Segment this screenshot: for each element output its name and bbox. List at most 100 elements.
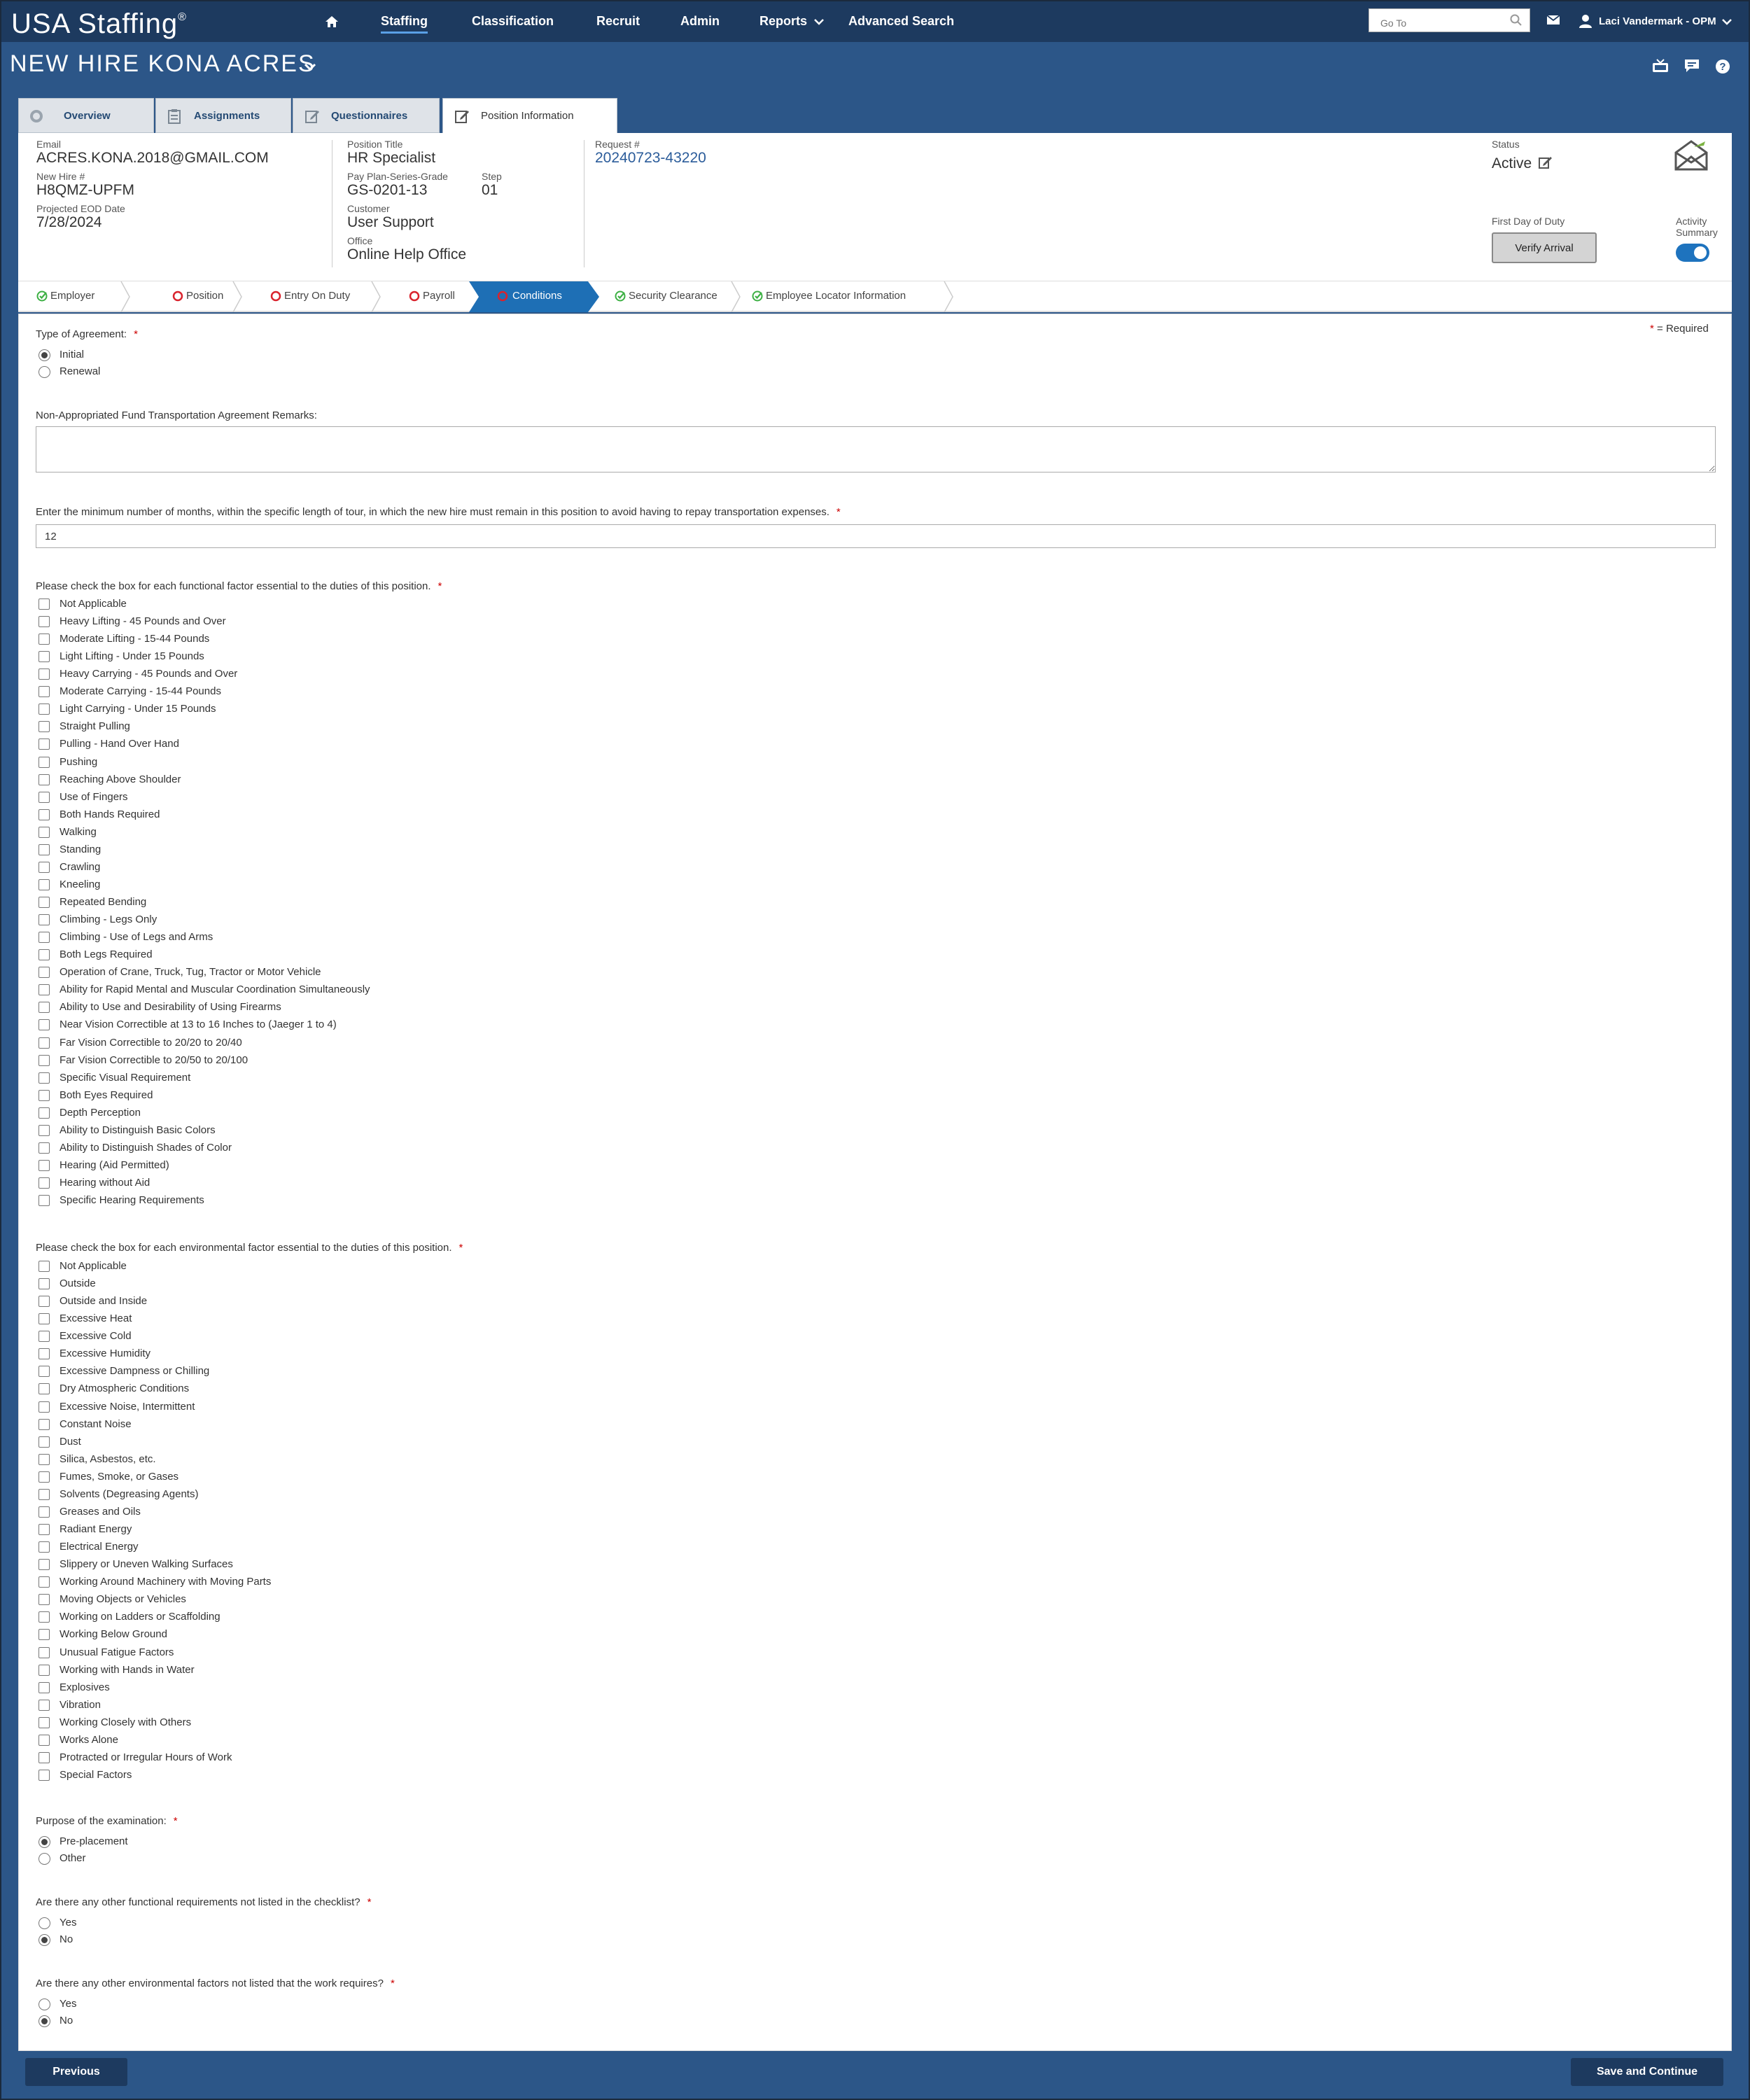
mail-icon[interactable] <box>1546 15 1560 25</box>
checkbox[interactable] <box>38 1664 50 1676</box>
radio-button[interactable] <box>38 1917 50 1929</box>
checkbox[interactable] <box>38 616 50 628</box>
checkbox[interactable] <box>38 1751 50 1763</box>
checkbox[interactable] <box>38 1019 50 1031</box>
nav-staffing[interactable]: Staffing <box>381 14 428 34</box>
checkbox[interactable] <box>38 914 50 926</box>
checkbox[interactable] <box>38 756 50 768</box>
checkbox[interactable] <box>38 1681 50 1693</box>
checkbox[interactable] <box>38 1646 50 1658</box>
activity-summary-toggle[interactable] <box>1676 244 1709 262</box>
checkbox[interactable] <box>38 861 50 873</box>
checkbox[interactable] <box>38 1506 50 1518</box>
request-link[interactable]: 20240723-43220 <box>595 150 706 167</box>
nav-reports[interactable]: Reports <box>760 14 807 29</box>
edit-icon[interactable] <box>1539 155 1553 169</box>
checkbox[interactable] <box>38 1383 50 1395</box>
tab-assignments[interactable]: Assignments <box>155 98 291 133</box>
checkbox[interactable] <box>38 967 50 979</box>
checkbox[interactable] <box>38 949 50 961</box>
checkbox[interactable] <box>38 774 50 785</box>
checkbox[interactable] <box>38 1195 50 1207</box>
checkbox[interactable] <box>38 1278 50 1290</box>
checkbox[interactable] <box>38 878 50 890</box>
tab-overview[interactable]: Overview <box>18 98 154 133</box>
radio-button[interactable] <box>38 366 50 378</box>
user-icon[interactable] <box>1578 13 1593 29</box>
checkbox[interactable] <box>38 1770 50 1782</box>
checkbox[interactable] <box>38 844 50 855</box>
checkbox[interactable] <box>38 1313 50 1325</box>
verify-arrival-button[interactable]: Verify Arrival <box>1492 232 1597 263</box>
checkbox[interactable] <box>38 897 50 909</box>
checkbox[interactable] <box>38 1124 50 1136</box>
checkbox[interactable] <box>38 1541 50 1553</box>
nav-recruit[interactable]: Recruit <box>596 14 640 29</box>
checkbox[interactable] <box>38 668 50 680</box>
tab-questionnaires[interactable]: Questionnaires <box>293 98 440 133</box>
checkbox[interactable] <box>38 826 50 838</box>
checkbox[interactable] <box>38 1089 50 1101</box>
checkbox[interactable] <box>38 1524 50 1536</box>
chevron-down-icon[interactable] <box>814 18 824 25</box>
checkbox[interactable] <box>38 1348 50 1360</box>
radio-button[interactable] <box>38 2015 50 2027</box>
checkbox[interactable] <box>38 738 50 750</box>
checkbox[interactable] <box>38 932 50 944</box>
chevron-down-icon[interactable] <box>1722 18 1732 25</box>
radio-button[interactable] <box>38 1998 50 2010</box>
checkbox[interactable] <box>38 1594 50 1606</box>
checkbox[interactable] <box>38 1576 50 1588</box>
checkbox[interactable] <box>38 1054 50 1066</box>
checkbox[interactable] <box>38 1401 50 1413</box>
home-icon[interactable] <box>325 15 339 28</box>
checkbox[interactable] <box>38 791 50 803</box>
nav-classification[interactable]: Classification <box>472 14 554 29</box>
checkbox[interactable] <box>38 984 50 996</box>
checkbox[interactable] <box>38 1418 50 1430</box>
checkbox[interactable] <box>38 634 50 645</box>
checkbox[interactable] <box>38 1629 50 1641</box>
step-position[interactable]: Position <box>129 281 242 312</box>
checkbox[interactable] <box>38 1488 50 1500</box>
step-security-clearance[interactable]: Security Clearance <box>601 281 741 312</box>
step-conditions[interactable]: Conditions <box>469 281 599 312</box>
checkbox[interactable] <box>38 808 50 820</box>
checkbox[interactable] <box>38 1159 50 1171</box>
checkbox[interactable] <box>38 1716 50 1728</box>
radio-button[interactable] <box>38 1853 50 1865</box>
checkbox[interactable] <box>38 704 50 715</box>
step-entry-on-duty[interactable]: Entry On Duty <box>241 281 381 312</box>
tab-position-information[interactable]: Position Information <box>442 98 617 134</box>
checkbox[interactable] <box>38 1177 50 1189</box>
checkbox[interactable] <box>38 651 50 663</box>
goto-input[interactable] <box>1368 8 1530 32</box>
help-icon[interactable]: ? <box>1715 59 1730 74</box>
checkbox[interactable] <box>38 1331 50 1343</box>
checkbox[interactable] <box>38 1611 50 1623</box>
checkbox[interactable] <box>38 1261 50 1272</box>
months-input[interactable]: 12 <box>36 524 1716 548</box>
nav-admin[interactable]: Admin <box>680 14 720 29</box>
checkbox[interactable] <box>38 1107 50 1119</box>
checkbox[interactable] <box>38 1072 50 1084</box>
save-and-continue-button[interactable]: Save and Continue <box>1571 2058 1723 2086</box>
tv-icon[interactable] <box>1652 59 1669 73</box>
checkbox[interactable] <box>38 1002 50 1014</box>
checkbox[interactable] <box>38 686 50 698</box>
search-icon[interactable] <box>1510 14 1522 27</box>
previous-button[interactable]: Previous <box>25 2058 127 2086</box>
nav-advanced-search[interactable]: Advanced Search <box>848 14 954 29</box>
checkbox[interactable] <box>38 1453 50 1465</box>
chevron-down-icon[interactable] <box>304 63 316 71</box>
checkbox[interactable] <box>38 1699 50 1711</box>
checkbox[interactable] <box>38 1037 50 1049</box>
remarks-textarea[interactable] <box>36 426 1716 472</box>
checkbox[interactable] <box>38 1559 50 1571</box>
checkbox[interactable] <box>38 1436 50 1448</box>
chat-icon[interactable] <box>1684 59 1700 73</box>
radio-button[interactable] <box>38 349 50 361</box>
user-name[interactable]: Laci Vandermark - OPM <box>1599 15 1716 27</box>
radio-button[interactable] <box>38 1934 50 1946</box>
app-logo[interactable]: USA Staffing® <box>11 8 187 40</box>
